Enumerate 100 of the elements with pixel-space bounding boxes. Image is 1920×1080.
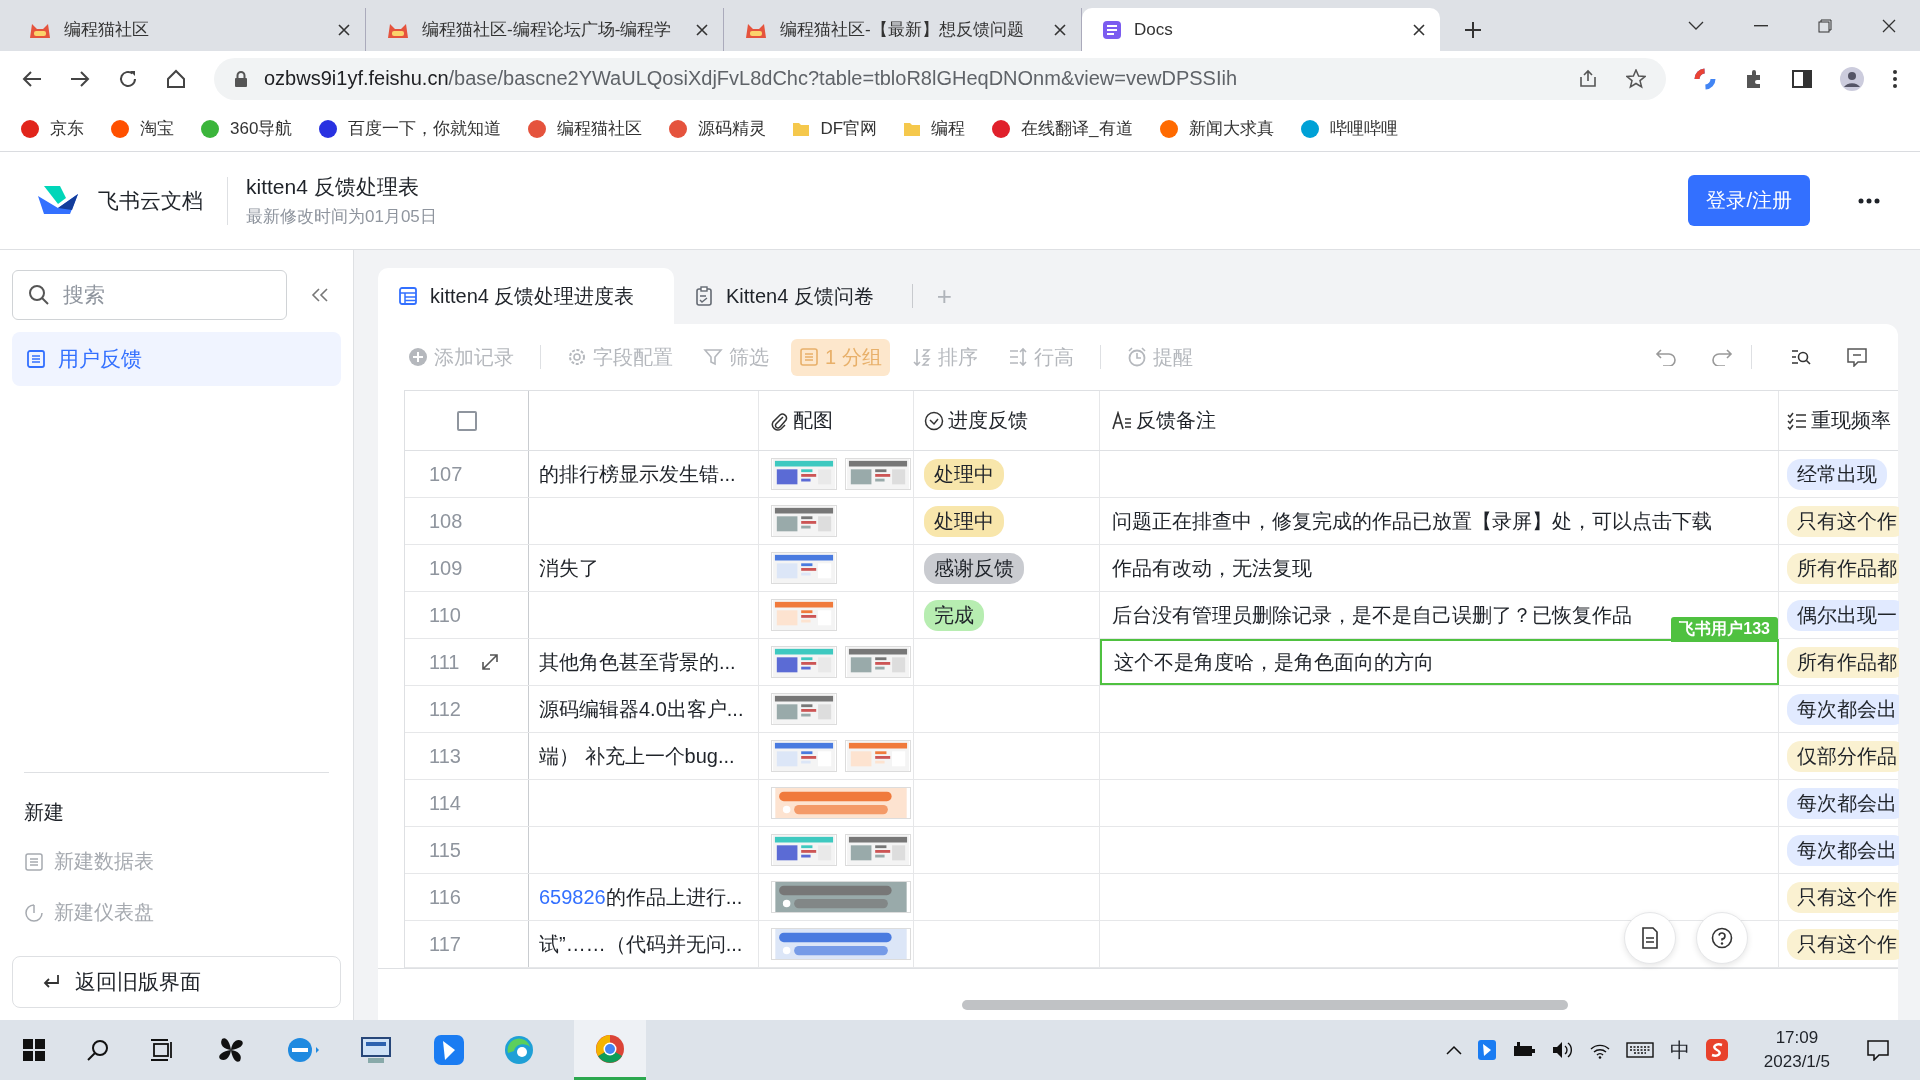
bookmark[interactable]: 编程猫社区 xyxy=(527,117,643,140)
computer-icon[interactable] xyxy=(360,1035,394,1065)
restore-icon[interactable] xyxy=(1818,19,1832,33)
help-icon xyxy=(1711,927,1733,949)
search-field[interactable]: 搜索 xyxy=(12,270,287,320)
more-icon[interactable] xyxy=(1858,197,1880,204)
forward-icon[interactable] xyxy=(70,69,90,88)
document-button[interactable] xyxy=(1624,912,1676,964)
frequency-tag: 仅部分作品 xyxy=(1787,740,1899,772)
undo-icon[interactable] xyxy=(1655,348,1677,366)
frequency-tag: 每次都会出 xyxy=(1787,787,1899,819)
url-host: ozbws9i1yf.feishu.cn xyxy=(264,67,449,90)
bookmark[interactable]: 360导航 xyxy=(200,117,293,140)
battery-icon[interactable] xyxy=(1511,1042,1536,1058)
checkbox[interactable] xyxy=(456,410,477,431)
column-header[interactable]: 反馈备注 xyxy=(1136,407,1216,434)
sort-icon xyxy=(911,347,932,367)
chrome-taskbar-button[interactable] xyxy=(574,1020,646,1080)
bookmark[interactable]: 源码精灵 xyxy=(668,117,767,140)
browser-tab[interactable]: Docs xyxy=(1082,8,1440,51)
gear-icon xyxy=(567,347,587,367)
back-button[interactable]: 返回旧版界面 xyxy=(12,956,341,1008)
new-tab-icon[interactable] xyxy=(1464,21,1482,39)
document-icon xyxy=(1641,927,1659,949)
ring-icon[interactable] xyxy=(1694,67,1716,90)
clock-time[interactable]: 17:09 xyxy=(1775,1026,1819,1050)
record-title: 659826的作品上进行... xyxy=(539,884,743,910)
frequency-tag: 所有作品都 xyxy=(1787,646,1899,678)
bookmark[interactable]: 新闻大求真 xyxy=(1158,117,1274,140)
sidepanel-icon[interactable] xyxy=(1792,69,1812,88)
close-icon[interactable] xyxy=(1053,22,1067,37)
keyboard-icon[interactable] xyxy=(1625,1041,1654,1059)
url-path: /base/bascne2YWaULQosiXdjFvL8dChc?table=tbloR8lGHeqDNOnm&view=vewDPSSIih xyxy=(448,67,1238,90)
plus-icon xyxy=(408,347,428,367)
speaker-icon[interactable] xyxy=(1551,1041,1574,1059)
comment-icon[interactable] xyxy=(1846,347,1868,367)
browser-icon[interactable] xyxy=(286,1035,320,1065)
star-icon[interactable] xyxy=(1626,68,1646,89)
bookmark[interactable]: 在线翻译_有道 xyxy=(991,117,1133,140)
column-header[interactable]: 进度反馈 xyxy=(948,407,1028,434)
chevron-icon[interactable] xyxy=(1688,21,1704,31)
close-icon[interactable] xyxy=(695,22,709,37)
document-title: kitten4 反馈处理表 xyxy=(246,174,420,200)
app-icon[interactable] xyxy=(434,1035,464,1065)
close-icon[interactable] xyxy=(1882,19,1896,33)
back-icon[interactable] xyxy=(22,69,42,88)
app-icon[interactable] xyxy=(1705,1039,1728,1061)
table-icon xyxy=(24,851,44,872)
share-icon[interactable] xyxy=(1578,68,1598,89)
minimize-icon[interactable] xyxy=(1754,25,1768,27)
edge-icon[interactable] xyxy=(504,1035,534,1065)
avatar-icon[interactable] xyxy=(1840,66,1864,91)
home-icon[interactable] xyxy=(166,68,186,89)
filter-icon xyxy=(703,347,723,367)
column-header[interactable]: 重现频率 xyxy=(1811,407,1891,434)
modified-time: 最新修改时间为01月05日 xyxy=(246,206,437,228)
table-cell-text: 作品有改动，无法复现 xyxy=(1112,555,1312,581)
login-button[interactable]: 登录/注册 xyxy=(1688,175,1810,226)
selected-cell[interactable]: 这个不是角度哈，是角色面向的方向 xyxy=(1100,639,1779,685)
close-icon[interactable] xyxy=(1412,22,1426,37)
bookmark[interactable]: 编程 xyxy=(903,117,966,140)
scrollbar[interactable] xyxy=(962,1000,1568,1010)
section-title: 新建 xyxy=(23,800,65,825)
search-icon[interactable] xyxy=(86,1038,110,1062)
search-icon[interactable] xyxy=(1790,347,1812,367)
table-icon xyxy=(26,349,46,369)
windows-logo-icon[interactable] xyxy=(22,1038,46,1062)
redo-icon[interactable] xyxy=(1711,348,1733,366)
sidebar-item[interactable]: 用户反馈 xyxy=(12,332,341,386)
notification-icon[interactable] xyxy=(1866,1039,1890,1061)
bookmark[interactable]: 京东 xyxy=(20,117,84,140)
column-header[interactable]: 配图 xyxy=(793,407,833,434)
frequency-tag: 偶尔出现一 xyxy=(1787,599,1899,631)
table-cell-text: 后台没有管理员删除记录，是不是自己误删了？已恢复作品 xyxy=(1112,602,1632,628)
frequency-tag: 每次都会出 xyxy=(1787,693,1899,725)
checklist-icon xyxy=(1787,410,1807,431)
record-title: 消失了 xyxy=(539,555,599,581)
address-field[interactable]: ozbws9i1yf.feishu.cn/base/bascne2YWaULQosiXdjFvL8dChc?table=tbloR8lGHeqDNOnm&view=vewDPSSIih xyxy=(214,57,1666,100)
app-icon[interactable] xyxy=(1477,1040,1496,1060)
view-tab[interactable]: Kitten4 反馈问卷 xyxy=(674,268,898,324)
bookmark[interactable]: 淘宝 xyxy=(110,117,174,140)
clock-date[interactable]: 2023/1/5 xyxy=(1763,1050,1830,1074)
input-method[interactable]: 中 xyxy=(1669,1036,1690,1064)
close-icon[interactable] xyxy=(337,22,351,37)
status-tag: 感谢反馈 xyxy=(924,552,1024,584)
bookmark[interactable]: 百度一下，你就知道 xyxy=(318,117,502,140)
link[interactable]: 659826 xyxy=(539,885,606,908)
view-tab[interactable]: kitten4 反馈处理进度表 xyxy=(378,268,674,324)
kebab-menu-icon[interactable] xyxy=(1892,68,1898,89)
row-number: 109 xyxy=(429,556,463,580)
fan-icon[interactable] xyxy=(216,1035,246,1065)
help-button[interactable] xyxy=(1696,912,1748,964)
status-tag: 处理中 xyxy=(924,458,1004,490)
caret-up-icon[interactable] xyxy=(1445,1045,1462,1055)
bookmark[interactable]: 哔哩哔哩 xyxy=(1299,117,1398,140)
row-number: 115 xyxy=(429,838,461,862)
bookmark[interactable]: DF官网 xyxy=(792,117,878,140)
reload-icon[interactable] xyxy=(118,68,138,89)
expand-icon[interactable] xyxy=(481,653,500,671)
collapse-icon[interactable] xyxy=(311,287,329,303)
